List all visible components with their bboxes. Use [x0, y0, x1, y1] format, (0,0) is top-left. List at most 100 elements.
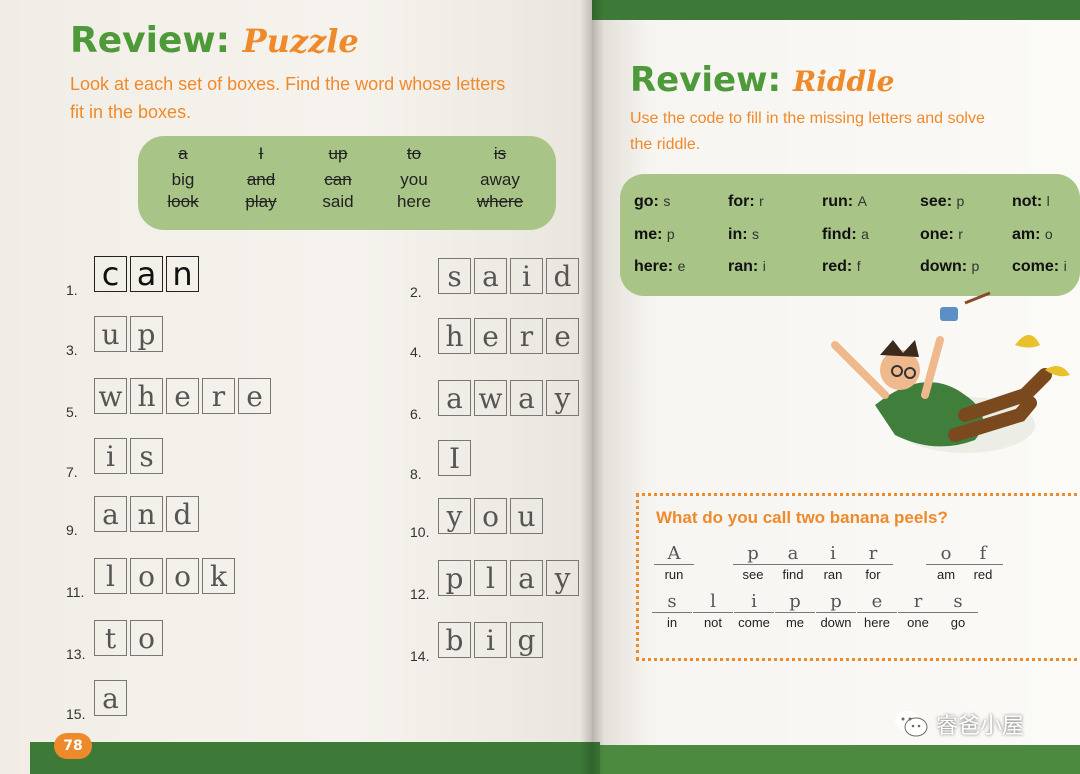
code-letter: A [857, 193, 867, 209]
code-letter: p [666, 226, 675, 242]
word-bank-word: up [328, 144, 348, 163]
letter-box[interactable]: a [438, 380, 471, 416]
letter-box[interactable]: k [202, 558, 235, 594]
letter-box[interactable]: u [94, 316, 127, 352]
puzzle-number: 14. [410, 648, 430, 664]
top-border-right [592, 0, 1080, 20]
letter-box[interactable]: c [94, 255, 127, 293]
letter-box[interactable]: i [474, 622, 507, 658]
answer-letter: o [926, 544, 966, 565]
letter-box[interactable]: h [130, 378, 163, 414]
code-entry: find: a [822, 226, 869, 244]
letter-box[interactable]: a [510, 380, 543, 416]
code-word: go: [634, 193, 659, 210]
letter-box[interactable]: t [94, 620, 127, 656]
letter-box[interactable]: o [166, 558, 199, 594]
letter-box[interactable]: a [94, 680, 127, 716]
letter-box[interactable]: y [438, 498, 471, 534]
word-bank-word: a [178, 144, 188, 163]
answer-letter: A [654, 544, 694, 565]
answer-slot[interactable]: i come [734, 592, 774, 630]
letter-box[interactable]: a [474, 258, 507, 294]
answer-slot[interactable]: i ran [813, 544, 853, 582]
letter-boxes: up [94, 316, 163, 352]
letter-box[interactable]: p [438, 560, 471, 596]
letter-box[interactable]: d [166, 496, 199, 532]
code-entry: go: s [634, 193, 670, 211]
letter-box[interactable]: y [546, 380, 579, 416]
answer-slot[interactable]: l not [693, 592, 733, 630]
code-word: me: [634, 226, 663, 243]
answer-clue: one [907, 615, 929, 630]
letter-box[interactable]: a [130, 255, 163, 293]
letter-box[interactable]: w [474, 380, 507, 416]
wechat-icon [895, 711, 928, 737]
answer-clue: red [973, 567, 993, 582]
code-word: for: [728, 193, 755, 210]
letter-box[interactable]: r [510, 318, 543, 354]
answer-letter: s [938, 592, 978, 613]
answer-slot[interactable]: Arun [654, 544, 694, 582]
letter-box[interactable]: d [546, 258, 579, 294]
letter-box[interactable]: n [166, 255, 199, 293]
code-entry: for: r [728, 193, 764, 211]
letter-box[interactable]: e [474, 318, 507, 354]
letter-boxes: play [438, 560, 579, 596]
code-entry: red: f [822, 258, 861, 276]
letter-box[interactable]: s [130, 438, 163, 474]
answer-slot[interactable]: s in [652, 592, 692, 630]
letter-box[interactable]: I [438, 440, 471, 476]
letter-box[interactable]: s [438, 258, 471, 294]
answer-letter: p [733, 544, 773, 565]
letter-box[interactable]: i [510, 258, 543, 294]
letter-box[interactable]: o [474, 498, 507, 534]
letter-box[interactable]: u [510, 498, 543, 534]
answer-letter: i [734, 592, 774, 613]
instruction-line-1: Use the code to fill in the missing lett… [630, 110, 985, 127]
code-word: red: [822, 258, 853, 275]
letter-box[interactable]: e [238, 378, 271, 414]
right-subtitle: Riddle [792, 65, 895, 98]
letter-box[interactable]: o [130, 620, 163, 656]
letter-box[interactable]: n [130, 496, 163, 532]
answer-slot[interactable]: o am [926, 544, 966, 582]
code-entry: not: l [1012, 193, 1050, 211]
letter-box[interactable]: a [94, 496, 127, 532]
letter-box[interactable]: i [94, 438, 127, 474]
letter-boxes: and [94, 496, 199, 532]
answer-slot[interactable]: f red [963, 544, 1003, 582]
answer-slot[interactable]: a find [773, 544, 813, 582]
letter-box[interactable]: g [510, 622, 543, 658]
letter-box[interactable]: b [438, 622, 471, 658]
letter-box[interactable]: l [474, 560, 507, 596]
letter-box[interactable]: e [546, 318, 579, 354]
letter-box[interactable]: a [510, 560, 543, 596]
answer-slot[interactable]: p see [733, 544, 773, 582]
answer-letter: e [857, 592, 897, 613]
answer-letter: s [652, 592, 692, 613]
puzzle-number: 6. [410, 406, 422, 422]
answer-slot[interactable]: s go [938, 592, 978, 630]
letter-box[interactable]: p [130, 316, 163, 352]
code-entry: see: p [920, 193, 964, 211]
answer-clue: find [782, 567, 804, 582]
answer-slot[interactable]: e here [857, 592, 897, 630]
letter-box[interactable]: e [166, 378, 199, 414]
answer-slot[interactable]: r one [898, 592, 938, 630]
code-letter: l [1046, 193, 1050, 209]
letter-boxes: away [438, 380, 579, 416]
puzzle-number: 3. [66, 342, 78, 358]
letter-box[interactable]: h [438, 318, 471, 354]
puzzle-number: 11. [66, 584, 85, 600]
answer-slot[interactable]: r for [853, 544, 893, 582]
letter-box[interactable]: o [130, 558, 163, 594]
letter-box[interactable]: r [202, 378, 235, 414]
left-subtitle: Puzzle [242, 22, 359, 60]
letter-box[interactable]: y [546, 560, 579, 596]
answer-slot[interactable]: p me [775, 592, 815, 630]
letter-box[interactable]: w [94, 378, 127, 414]
puzzle-number: 10. [410, 524, 430, 540]
answer-slot[interactable]: p down [816, 592, 856, 630]
answer-clue: am [936, 567, 956, 582]
letter-box[interactable]: l [94, 558, 127, 594]
